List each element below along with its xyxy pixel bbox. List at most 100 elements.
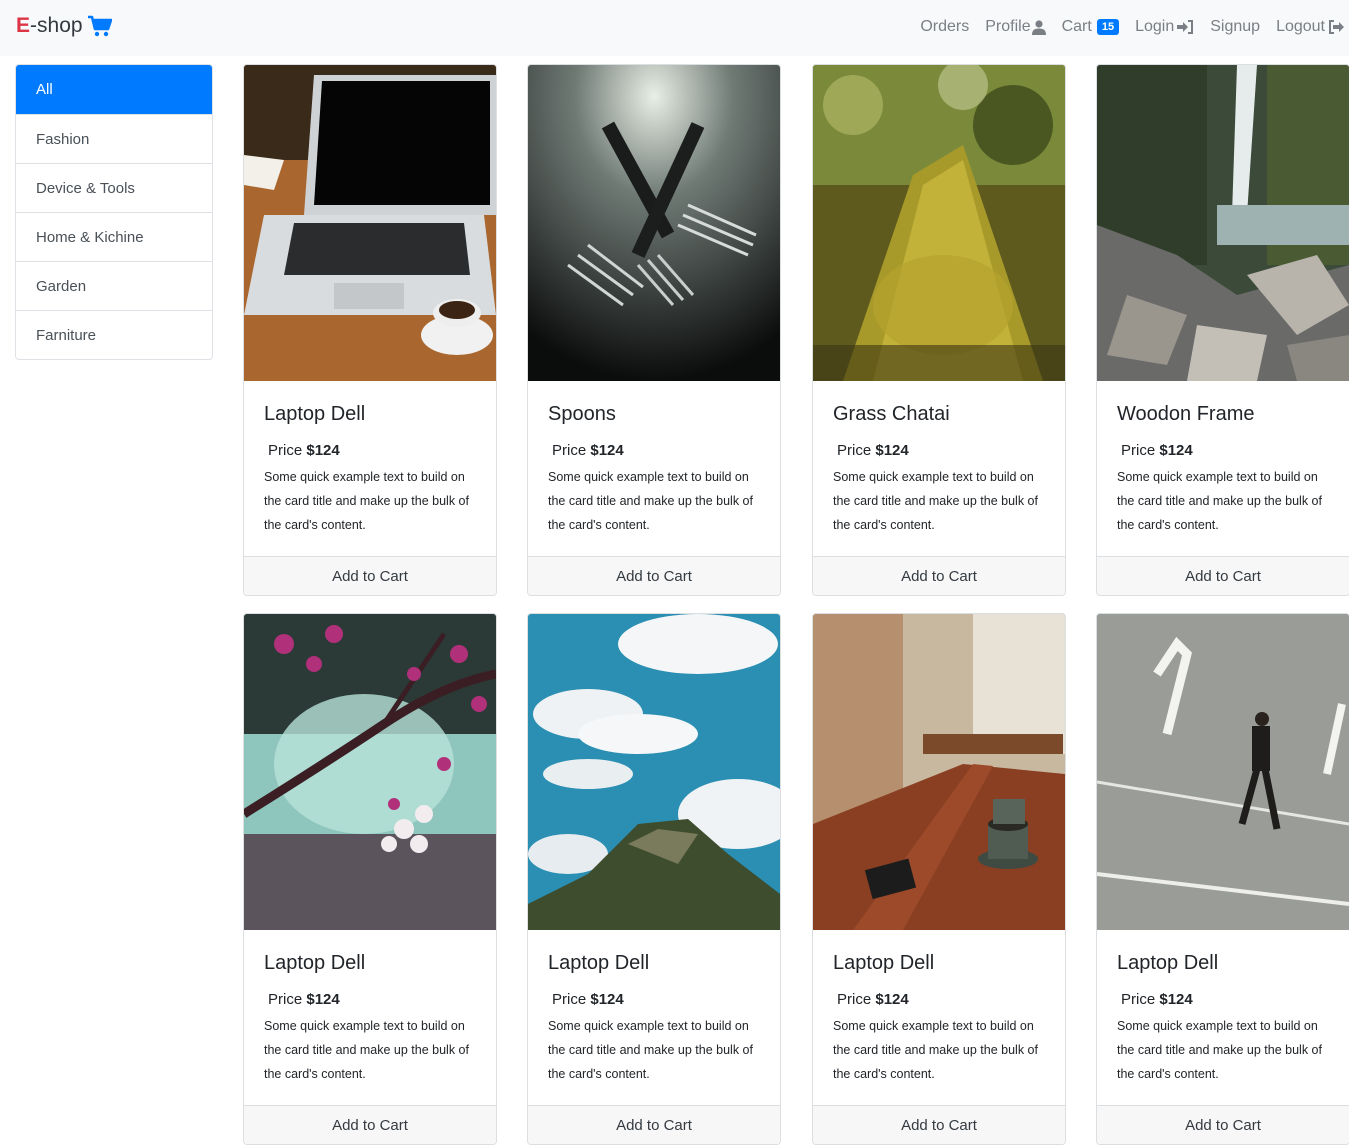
product-price: Price $124: [268, 991, 476, 1008]
nav-orders[interactable]: Orders: [920, 18, 969, 36]
price-value: $124: [875, 442, 909, 459]
price-label: Price: [552, 991, 587, 1008]
product-card: Spoons Price $124 Some quick example tex…: [527, 64, 781, 596]
card-body: Laptop Dell Price $124 Some quick exampl…: [528, 930, 780, 1106]
category-furniture[interactable]: Farniture: [16, 310, 212, 359]
card-body: Laptop Dell Price $124 Some quick exampl…: [244, 930, 496, 1106]
brand-prefix: E: [16, 14, 31, 37]
add-to-cart-button[interactable]: Add to Cart: [244, 1105, 496, 1144]
category-list: All Fashion Device & Tools Home & Kichin…: [15, 64, 213, 360]
nav-profile[interactable]: Profile: [985, 18, 1046, 36]
nav-logout[interactable]: Logout: [1276, 18, 1345, 36]
nav-links: Orders Profile Cart 15 Login Signup Logo…: [904, 18, 1345, 36]
price-label: Price: [1121, 442, 1156, 459]
price-label: Price: [837, 991, 872, 1008]
price-label: Price: [837, 442, 872, 459]
product-price: Price $124: [552, 442, 760, 459]
product-title: Woodon Frame: [1117, 403, 1255, 425]
price-value: $124: [875, 991, 909, 1008]
card-body: Spoons Price $124 Some quick example tex…: [528, 381, 780, 557]
category-home-kitchen[interactable]: Home & Kichine: [16, 212, 212, 261]
add-to-cart-button[interactable]: Add to Cart: [1097, 556, 1349, 595]
category-label: Device & Tools: [36, 179, 135, 197]
category-label: Fashion: [36, 130, 90, 148]
card-body: Woodon Frame Price $124 Some quick examp…: [1097, 381, 1349, 557]
price-label: Price: [552, 442, 587, 459]
product-image-man-walking: [1097, 614, 1349, 930]
category-all[interactable]: All: [16, 65, 212, 114]
product-title: Laptop Dell: [264, 403, 366, 425]
brand-suffix: -shop: [30, 14, 83, 37]
category-label: All: [36, 81, 53, 98]
product-price: Price $124: [1121, 991, 1329, 1008]
cart-count-badge: 15: [1096, 19, 1120, 35]
category-device-tools[interactable]: Device & Tools: [16, 163, 212, 212]
product-description: Some quick example text to build on the …: [548, 1019, 753, 1081]
nav-orders-label: Orders: [920, 18, 970, 35]
product-title: Laptop Dell: [548, 952, 650, 974]
product-image-cafe-table: [813, 614, 1065, 930]
product-description: Some quick example text to build on the …: [1117, 470, 1322, 532]
card-body: Grass Chatai Price $124 Some quick examp…: [813, 381, 1065, 557]
card-body: Laptop Dell Price $124 Some quick exampl…: [244, 381, 496, 557]
product-price: Price $124: [837, 991, 1045, 1008]
navbar: E -shop Orders Profile Cart 15 Login Sig…: [0, 0, 1349, 56]
nav-signup-label: Signup: [1210, 18, 1261, 35]
nav-login[interactable]: Login: [1135, 18, 1194, 36]
product-card: Laptop Dell Price $124 Some quick exampl…: [1096, 613, 1349, 1145]
nav-signup[interactable]: Signup: [1210, 18, 1260, 36]
nav-login-label: Login: [1135, 18, 1175, 35]
card-body: Laptop Dell Price $124 Some quick exampl…: [813, 930, 1065, 1106]
product-card: Laptop Dell Price $124 Some quick exampl…: [243, 613, 497, 1145]
product-price: Price $124: [268, 442, 476, 459]
add-to-cart-button[interactable]: Add to Cart: [244, 556, 496, 595]
category-fashion[interactable]: Fashion: [16, 114, 212, 163]
card-body: Laptop Dell Price $124 Some quick exampl…: [1097, 930, 1349, 1106]
price-value: $124: [306, 442, 340, 459]
add-to-cart-button[interactable]: Add to Cart: [528, 556, 780, 595]
product-card: Laptop Dell Price $124 Some quick exampl…: [812, 613, 1066, 1145]
nav-cart[interactable]: Cart 15: [1061, 18, 1120, 36]
category-garden[interactable]: Garden: [16, 261, 212, 310]
category-label: Farniture: [36, 326, 97, 344]
product-description: Some quick example text to build on the …: [1117, 1019, 1322, 1081]
price-label: Price: [268, 991, 303, 1008]
product-card: Woodon Frame Price $124 Some quick examp…: [1096, 64, 1349, 596]
product-title: Laptop Dell: [833, 952, 935, 974]
price-value: $124: [590, 442, 624, 459]
product-price: Price $124: [1121, 442, 1329, 459]
product-price: Price $124: [837, 442, 1045, 459]
product-title: Spoons: [548, 403, 616, 425]
nav-cart-label: Cart: [1061, 18, 1092, 35]
price-label: Price: [268, 442, 303, 459]
brand-logo[interactable]: E -shop: [16, 14, 112, 38]
product-image-sky-mountain: [528, 614, 780, 930]
add-to-cart-button[interactable]: Add to Cart: [1097, 1105, 1349, 1144]
product-title: Grass Chatai: [833, 403, 950, 425]
product-title: Laptop Dell: [1117, 952, 1219, 974]
product-card: Laptop Dell Price $124 Some quick exampl…: [243, 64, 497, 596]
category-label: Garden: [36, 277, 87, 295]
price-value: $124: [1159, 442, 1193, 459]
sign-out-icon: [1329, 20, 1344, 34]
sign-in-icon: [1177, 20, 1194, 34]
product-card: Laptop Dell Price $124 Some quick exampl…: [527, 613, 781, 1145]
price-value: $124: [306, 991, 340, 1008]
nav-profile-label: Profile: [985, 18, 1031, 35]
add-to-cart-button[interactable]: Add to Cart: [528, 1105, 780, 1144]
product-description: Some quick example text to build on the …: [264, 470, 469, 532]
product-image-laptop: [244, 65, 496, 381]
product-description: Some quick example text to build on the …: [833, 470, 1038, 532]
price-label: Price: [1121, 991, 1156, 1008]
category-label: Home & Kichine: [36, 228, 144, 246]
price-value: $124: [1159, 991, 1193, 1008]
product-card: Grass Chatai Price $124 Some quick examp…: [812, 64, 1066, 596]
product-image-blossoms: [244, 614, 496, 930]
product-price: Price $124: [552, 991, 760, 1008]
product-image-waterfall: [1097, 65, 1349, 381]
product-description: Some quick example text to build on the …: [548, 470, 753, 532]
add-to-cart-button[interactable]: Add to Cart: [813, 556, 1065, 595]
nav-logout-label: Logout: [1276, 18, 1325, 35]
product-image-moss: [813, 65, 1065, 381]
add-to-cart-button[interactable]: Add to Cart: [813, 1105, 1065, 1144]
